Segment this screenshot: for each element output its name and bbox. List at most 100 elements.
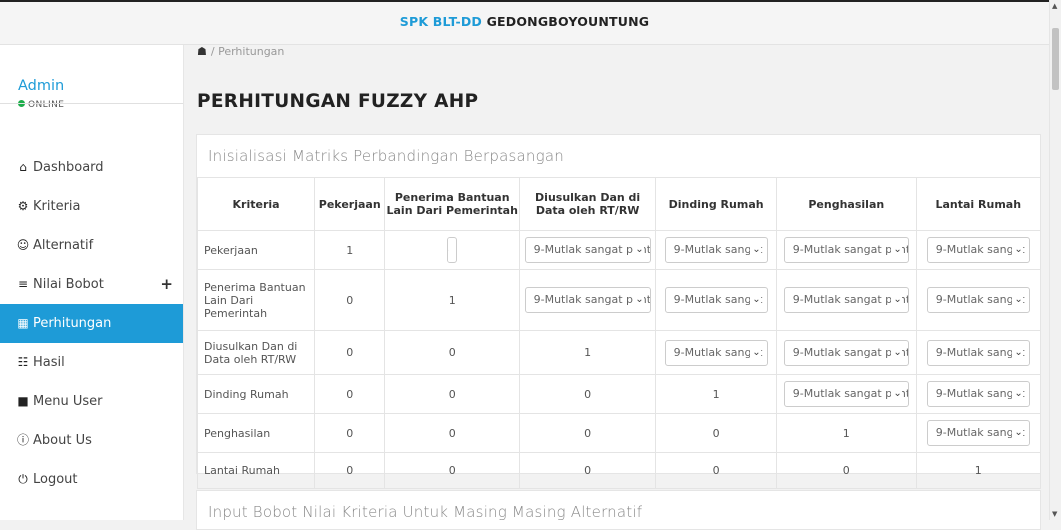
- matrix-value-cell: 1: [314, 230, 386, 270]
- column-header: Kriteria: [196, 177, 316, 231]
- comparison-select[interactable]: 9-Mutlak sangat penting⌄: [783, 339, 909, 366]
- table-row: Lantai Rumah 0 0 0 0 0 1: [196, 452, 1041, 489]
- matrix-value-cell: 0: [314, 269, 386, 331]
- comparison-select[interactable]: 9-Mutlak sangat penting⌄: [926, 381, 1030, 407]
- matrix-value-cell: 0: [384, 413, 521, 453]
- power-icon: ⏻: [18, 472, 28, 486]
- matrix-value-cell: 0: [314, 413, 386, 453]
- input-weights-card-title: Input Bobot Nilai Kriteria Untuk Masing …: [208, 503, 643, 521]
- table-row: Penerima Bantuan Lain Dari Pemerintah 0 1 9…: [196, 269, 1041, 331]
- input-weights-card: Input Bobot Nilai Kriteria Untuk Masing …: [196, 490, 1041, 530]
- matrix-value-cell: 0: [519, 413, 657, 453]
- page-scrollbar[interactable]: ▲ ▼: [1049, 0, 1061, 520]
- info-icon: ⓘ: [16, 433, 29, 447]
- list-icon: ≡: [17, 277, 29, 291]
- scroll-up-icon[interactable]: ▲: [1052, 2, 1057, 10]
- sidebar-item-about-us[interactable]: ⓘ About Us: [0, 421, 183, 460]
- chevron-down-icon: ⌄: [448, 238, 451, 262]
- sidebar-item-dashboard[interactable]: ⌂ Dashboard: [0, 148, 183, 187]
- matrix-value-cell: 0: [776, 452, 917, 489]
- sidebar-item-perhitungan[interactable]: ▦ Perhitungan: [0, 304, 183, 343]
- home-icon: ⌂: [19, 160, 27, 174]
- comparison-select[interactable]: 9-Mutlak sangat penting⌄: [664, 287, 768, 313]
- comparison-select[interactable]: 9-Mutlak sangat penting⌄: [664, 237, 768, 263]
- column-header: Dinding Rumah: [655, 177, 778, 231]
- column-header: Lantai Rumah: [915, 177, 1041, 231]
- row-criterion-label: Penerima Bantuan Lain Dari Pemerintah: [196, 269, 316, 331]
- chevron-down-icon: ⌄: [1012, 238, 1023, 262]
- sidebar-item-kriteria[interactable]: ⚙ Kriteria: [0, 187, 183, 226]
- user-name: Admin: [18, 78, 65, 94]
- cogs-icon: ⚙: [17, 199, 29, 213]
- comparison-cell: 9-Mutlak sangat penting⌄: [519, 269, 657, 331]
- comparison-cell: 9-Mutlak sangat penting⌄: [655, 269, 778, 331]
- sidebar-item-label: Hasil: [33, 355, 65, 370]
- comparison-select[interactable]: 9-Mutlak sangat penting⌄: [926, 339, 1030, 366]
- sidebar-item-menu-user[interactable]: ■ Menu User: [0, 382, 183, 421]
- sidebar-item-label: Nilai Bobot: [33, 277, 104, 292]
- comparison-select[interactable]: 9-Mutlak sangat penting⌄: [926, 287, 1030, 313]
- file-icon: ☷: [17, 355, 29, 369]
- sidebar-item-alternatif[interactable]: ☺ Alternatif: [0, 226, 183, 265]
- page-title: PERHITUNGAN FUZZY AHP: [197, 91, 479, 112]
- calculator-icon: ▦: [17, 316, 29, 330]
- chevron-down-icon: ⌄: [891, 340, 902, 365]
- comparison-cell: 9-Mutlak sangat penting⌄: [776, 269, 917, 331]
- chevron-down-icon: ⌄: [633, 288, 644, 312]
- user-icon: ☺: [16, 238, 30, 252]
- scroll-down-icon[interactable]: ▼: [1052, 510, 1057, 518]
- row-criterion-label: Dinding Rumah: [196, 374, 316, 414]
- comparison-cell: 9-Mutlak sangat penting⌄: [776, 374, 917, 414]
- breadcrumb-separator: /: [210, 45, 219, 58]
- matrix-value-cell: 1: [915, 452, 1041, 489]
- sidebar-item-label: Kriteria: [33, 199, 81, 214]
- home-icon[interactable]: ☗: [197, 45, 207, 58]
- chevron-down-icon: ⌄: [750, 288, 761, 312]
- comparison-select[interactable]: 9-Mutlak sangat penting⌄: [664, 339, 768, 366]
- comparison-select[interactable]: 9-Mutlak sangat penting⌄: [783, 287, 909, 313]
- comparison-cell: 9-Mutlak sangat penting⌄: [776, 330, 917, 375]
- table-row: Diusulkan Dan di Data oleh RT/RW 0 0 1 9-Mut…: [196, 330, 1041, 375]
- scrollbar-thumb[interactable]: [1052, 28, 1059, 90]
- column-header: Diusulkan Dan di Data oleh RT/RW: [519, 177, 657, 231]
- chevron-down-icon: ⌄: [891, 382, 902, 406]
- app-title: SPK BLT-DD GEDONGBOYOUNTUNG: [400, 14, 650, 29]
- comparison-select[interactable]: 9-Mutlak sangat penting⌄: [447, 237, 458, 263]
- sidebar-item-nilai-bobot[interactable]: ≡ Nilai Bobot +: [0, 265, 183, 304]
- chevron-down-icon: ⌄: [1012, 382, 1023, 406]
- comparison-select[interactable]: 9-Mutlak sangat penting⌄: [783, 237, 909, 263]
- chevron-down-icon: ⌄: [1012, 288, 1023, 312]
- sidebar-nav: ⌂ Dashboard ⚙ Kriteria ☺ Alternatif ≡ Nilai Bob…: [0, 148, 183, 499]
- comparison-cell: 9-Mutlak sangat penting⌄: [915, 330, 1041, 375]
- sidebar-item-logout[interactable]: ⏻ Logout: [0, 460, 183, 499]
- matrix-value-cell: 0: [384, 452, 521, 489]
- comparison-select[interactable]: 9-Mutlak sangat penting⌄: [783, 381, 909, 407]
- chevron-down-icon: ⌄: [750, 238, 761, 262]
- chevron-down-icon: ⌄: [891, 288, 902, 312]
- sidebar-item-label: Logout: [33, 472, 78, 487]
- matrix-value-cell: 1: [776, 413, 917, 453]
- matrix-value-cell: 0: [519, 452, 657, 489]
- matrix-value-cell: 1: [655, 374, 778, 414]
- expand-plus-icon[interactable]: +: [160, 265, 173, 304]
- comparison-select[interactable]: 9-Mutlak sangat penting⌄: [926, 237, 1030, 263]
- matrix-value-cell: 0: [384, 330, 521, 375]
- chevron-down-icon: ⌄: [891, 238, 902, 262]
- comparison-select[interactable]: 9-Mutlak sangat penting⌄: [524, 237, 651, 263]
- comparison-select[interactable]: 9-Mutlak sangat penting⌄: [524, 287, 651, 313]
- matrix-card-title: Inisialisasi Matriks Perbandingan Berpas…: [208, 147, 564, 165]
- table-row: Penghasilan000019-Mutlak sangat penting⌄: [196, 413, 1041, 453]
- comparison-cell: 9-Mutlak sangat penting⌄: [384, 230, 521, 270]
- table-row: Pekerjaan1 9-Mutlak sangat penting⌄ 9-Mutl…: [196, 230, 1041, 270]
- sidebar-item-hasil[interactable]: ☷ Hasil: [0, 343, 183, 382]
- matrix-value-cell: 1: [384, 269, 521, 331]
- matrix-value-cell: 0: [519, 374, 657, 414]
- app-title-rest: GEDONGBOYOUNTUNG: [482, 14, 650, 29]
- matrix-value-cell: 0: [655, 452, 778, 489]
- matrix-value-cell: 0: [314, 330, 386, 375]
- matrix-value-cell: 0: [655, 413, 778, 453]
- comparison-select[interactable]: 9-Mutlak sangat penting⌄: [926, 420, 1030, 446]
- chevron-down-icon: ⌄: [633, 238, 644, 262]
- row-criterion-label: Pekerjaan: [196, 230, 316, 270]
- user-status: ONLINE: [18, 100, 64, 110]
